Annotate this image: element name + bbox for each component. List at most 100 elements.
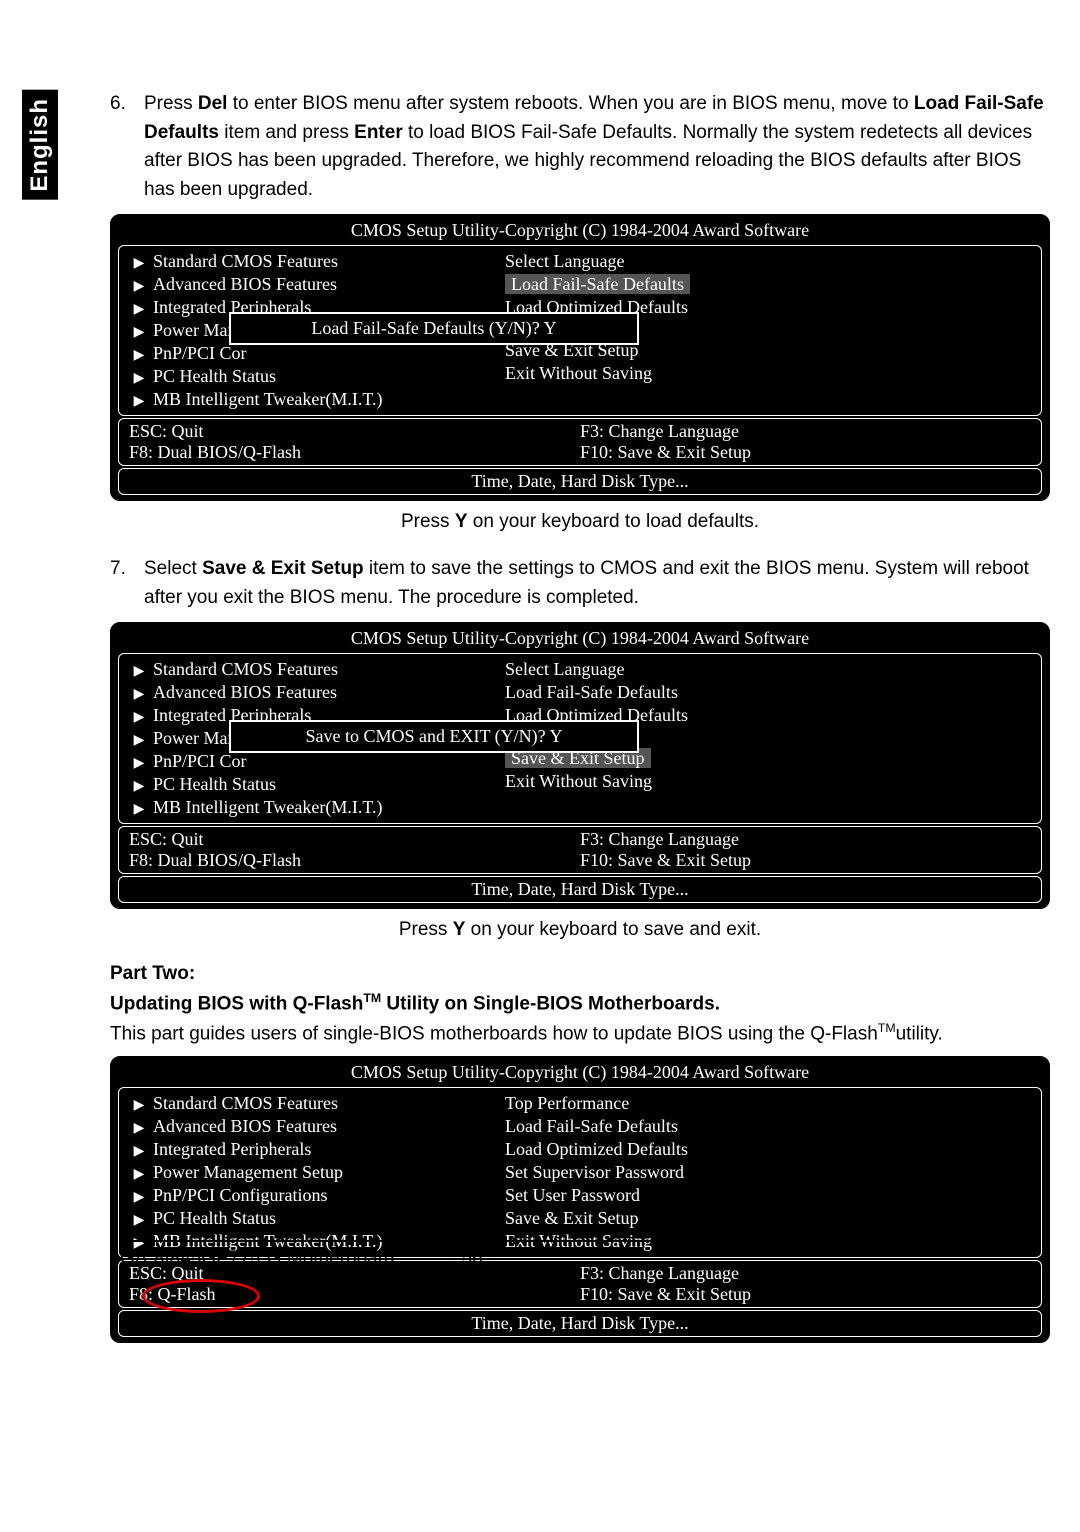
triangle-icon: ▶ (125, 347, 153, 364)
key-y: Y (455, 511, 468, 532)
help-right: F3: Change Language F10: Save & Exit Set… (580, 421, 1031, 463)
bios-main: ▶Standard CMOS Features ▶Advanced BIOS F… (118, 245, 1042, 416)
triangle-icon: ▶ (125, 278, 153, 295)
menu-item[interactable]: Save & Exit Setup (505, 1207, 1035, 1230)
triangle-icon: ▶ (125, 1143, 153, 1160)
menu-item[interactable]: Select Language (505, 250, 1035, 273)
trademark: TM (878, 1021, 896, 1035)
help-key: F3: Change Language (580, 421, 1031, 442)
page-content: 6. Press Del to enter BIOS menu after sy… (110, 90, 1050, 1353)
triangle-icon: ▶ (125, 801, 153, 818)
bios-title: CMOS Setup Utility-Copyright (C) 1984-20… (112, 624, 1048, 651)
footer-page-number: - 56 - (450, 1248, 1040, 1270)
menu-item[interactable]: Top Performance (505, 1092, 1035, 1115)
step-number: 7. (110, 555, 144, 612)
step-6: 6. Press Del to enter BIOS menu after sy… (110, 90, 1050, 204)
text: Press (144, 93, 198, 114)
menu-item[interactable]: ▶Advanced BIOS Features (125, 1115, 495, 1138)
key-y: Y (453, 919, 466, 940)
triangle-icon: ▶ (125, 370, 153, 387)
triangle-icon: ▶ (125, 255, 153, 272)
bios-right-menu: Top Performance Load Fail-Safe Defaults … (495, 1092, 1035, 1253)
step-body: Press Del to enter BIOS menu after syste… (144, 90, 1050, 204)
help-key: F8: Dual BIOS/Q-Flash (129, 850, 580, 871)
trademark: TM (363, 991, 381, 1005)
text: item and press (219, 122, 354, 143)
help-key: F10: Save & Exit Setup (580, 1284, 1031, 1305)
language-tab: English (22, 90, 58, 200)
bios-title: CMOS Setup Utility-Copyright (C) 1984-20… (112, 216, 1048, 243)
part-two-subheading: Updating BIOS with Q-FlashTM Utility on … (110, 991, 1050, 1015)
help-key: ESC: Quit (129, 421, 580, 442)
bios-help-bar: ESC: Quit F8: Dual BIOS/Q-Flash F3: Chan… (118, 418, 1042, 466)
key-enter: Enter (354, 122, 403, 143)
bios-status-bar: Time, Date, Hard Disk Type... (118, 468, 1042, 495)
text: to enter BIOS menu after system reboots.… (227, 93, 913, 114)
menu-item[interactable]: ▶Integrated Peripherals (125, 1138, 495, 1161)
triangle-icon: ▶ (125, 1212, 153, 1229)
menu-item[interactable]: ▶Standard CMOS Features (125, 658, 495, 681)
menu-item[interactable]: ▶PC Health Status (125, 773, 495, 796)
menu-item[interactable]: ▶MB Intelligent Tweaker(M.I.T.) (125, 796, 495, 819)
triangle-icon: ▶ (125, 686, 153, 703)
footer-model: GA-8I845GE775-G Motherboard (120, 1248, 450, 1270)
bios-status-bar: Time, Date, Hard Disk Type... (118, 876, 1042, 903)
menu-item[interactable]: Load Fail-Safe Defaults (505, 1115, 1035, 1138)
triangle-icon: ▶ (125, 1097, 153, 1114)
menu-item[interactable]: ▶PC Health Status (125, 1207, 495, 1230)
help-key: F10: Save & Exit Setup (580, 850, 1031, 871)
menu-item[interactable]: ▶PnP/PCI Cor (125, 342, 495, 365)
menu-item[interactable]: ▶Power Management Setup (125, 1161, 495, 1184)
bios-title: CMOS Setup Utility-Copyright (C) 1984-20… (112, 1058, 1048, 1085)
step-7: 7. Select Save & Exit Setup item to save… (110, 555, 1050, 612)
help-key: ESC: Quit (129, 829, 580, 850)
menu-item[interactable]: ▶Standard CMOS Features (125, 250, 495, 273)
bios-main: ▶Standard CMOS Features ▶Advanced BIOS F… (118, 1087, 1042, 1258)
triangle-icon: ▶ (125, 1189, 153, 1206)
menu-item[interactable]: ▶Advanced BIOS Features (125, 273, 495, 296)
bios-status-bar: Time, Date, Hard Disk Type... (118, 1310, 1042, 1337)
triangle-icon: ▶ (125, 1120, 153, 1137)
step-number: 6. (110, 90, 144, 204)
bios-panel-2: CMOS Setup Utility-Copyright (C) 1984-20… (110, 622, 1050, 909)
triangle-icon: ▶ (125, 732, 153, 749)
caption-1: Press Y on your keyboard to load default… (110, 511, 1050, 533)
key-del: Del (198, 93, 228, 114)
help-key: F10: Save & Exit Setup (580, 442, 1031, 463)
triangle-icon: ▶ (125, 301, 153, 318)
bios-help-bar: ESC: Quit F8: Dual BIOS/Q-Flash F3: Chan… (118, 826, 1042, 874)
bios-panel-1: CMOS Setup Utility-Copyright (C) 1984-20… (110, 214, 1050, 501)
triangle-icon: ▶ (125, 709, 153, 726)
triangle-icon: ▶ (125, 663, 153, 680)
menu-item[interactable]: ▶PC Health Status (125, 365, 495, 388)
menu-item[interactable]: Exit Without Saving (505, 770, 1035, 793)
help-left: ESC: Quit F8: Dual BIOS/Q-Flash (129, 421, 580, 463)
bios-panel-3: CMOS Setup Utility-Copyright (C) 1984-20… (110, 1056, 1050, 1343)
menu-item[interactable]: ▶Standard CMOS Features (125, 1092, 495, 1115)
triangle-icon: ▶ (125, 755, 153, 772)
bold-item: Save & Exit Setup (202, 558, 364, 579)
help-left: ESC: Quit F8: Dual BIOS/Q-Flash (129, 829, 580, 871)
menu-item[interactable]: Load Fail-Safe Defaults (505, 681, 1035, 704)
confirm-dialog[interactable]: Load Fail-Safe Defaults (Y/N)? Y (229, 312, 639, 345)
menu-item[interactable]: Select Language (505, 658, 1035, 681)
menu-item[interactable]: Exit Without Saving (505, 362, 1035, 385)
help-key: F8: Q-Flash (129, 1284, 580, 1305)
menu-item[interactable]: ▶PnP/PCI Cor (125, 750, 495, 773)
menu-item[interactable]: Set User Password (505, 1184, 1035, 1207)
confirm-dialog[interactable]: Save to CMOS and EXIT (Y/N)? Y (229, 720, 639, 753)
caption-2: Press Y on your keyboard to save and exi… (110, 919, 1050, 941)
help-key: F8: Dual BIOS/Q-Flash (129, 442, 580, 463)
triangle-icon: ▶ (125, 324, 153, 341)
bios-main: ▶Standard CMOS Features ▶Advanced BIOS F… (118, 653, 1042, 824)
menu-item[interactable]: Set Supervisor Password (505, 1161, 1035, 1184)
menu-item-highlight[interactable]: Load Fail-Safe Defaults (505, 273, 1035, 296)
menu-item[interactable]: Load Optimized Defaults (505, 1138, 1035, 1161)
triangle-icon: ▶ (125, 778, 153, 795)
menu-item[interactable]: ▶MB Intelligent Tweaker(M.I.T.) (125, 388, 495, 411)
triangle-icon: ▶ (125, 393, 153, 410)
part-two-body: This part guides users of single-BIOS mo… (110, 1021, 1050, 1045)
part-two-heading: Part Two: (110, 963, 1050, 985)
menu-item[interactable]: ▶Advanced BIOS Features (125, 681, 495, 704)
menu-item[interactable]: ▶PnP/PCI Configurations (125, 1184, 495, 1207)
